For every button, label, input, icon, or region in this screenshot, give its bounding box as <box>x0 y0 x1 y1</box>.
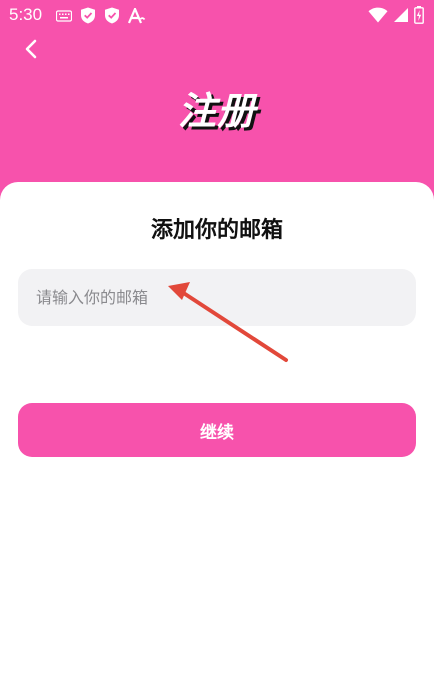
status-time: 5:30 <box>9 5 43 24</box>
font-a-icon <box>128 7 146 24</box>
shield-check-icon <box>104 7 120 24</box>
back-button[interactable] <box>14 34 48 64</box>
form-card: 添加你的邮箱 继续 <box>0 182 434 680</box>
form-heading: 添加你的邮箱 <box>150 218 283 243</box>
keyboard-icon <box>56 9 72 22</box>
signal-icon <box>393 7 409 23</box>
chevron-left-icon <box>24 39 38 59</box>
wifi-icon <box>368 7 388 23</box>
battery-icon <box>414 6 424 24</box>
status-bar: 5:30 <box>0 0 434 32</box>
shield-check-icon <box>80 7 96 24</box>
status-icons-left <box>56 7 146 24</box>
email-field[interactable] <box>18 269 416 326</box>
page-title: 注册 <box>177 89 256 133</box>
status-icons-right <box>368 6 424 24</box>
continue-button[interactable]: 继续 <box>18 403 416 457</box>
